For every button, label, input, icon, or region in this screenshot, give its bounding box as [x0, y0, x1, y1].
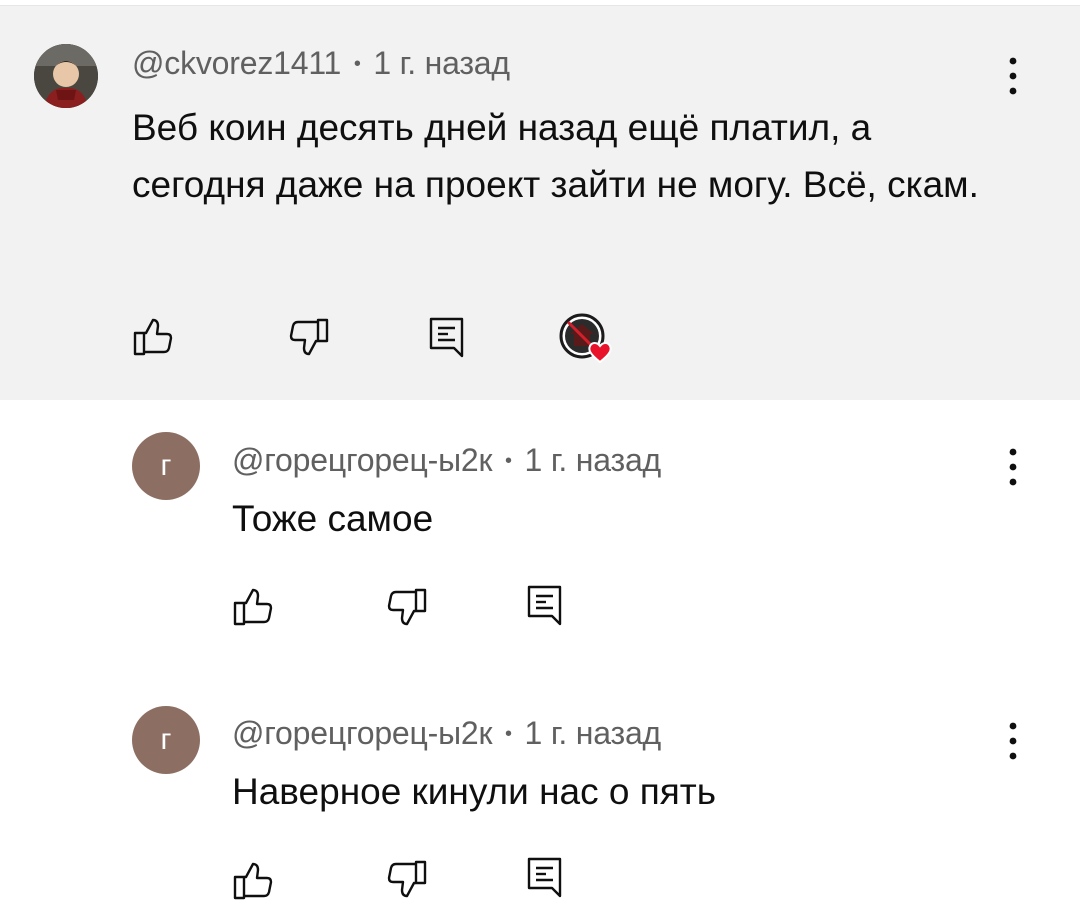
comment-author[interactable]: @горецгорец-ы2к	[232, 442, 493, 478]
comment-text: Веб коин десять дней назад ещё платил, а…	[132, 107, 979, 205]
more-vert-icon[interactable]	[998, 444, 1028, 490]
comment-text: Наверное кинули нас о пять	[232, 771, 717, 812]
meta-separator: •	[505, 723, 512, 745]
avatar[interactable]	[34, 44, 98, 108]
comment-text: Тоже самое	[232, 498, 434, 539]
comment-time[interactable]: 1 г. назад	[525, 715, 662, 751]
comment-author[interactable]: @горецгорец-ы2к	[232, 715, 493, 751]
comment-time[interactable]: 1 г. назад	[525, 442, 662, 478]
comment-highlighted: @ckvorez1411 • 1 г. назад Веб коин десят…	[0, 6, 1080, 400]
reply-comment: г @горецгорец-ы2к • 1 г. назад Наверное …	[0, 690, 1080, 919]
like-icon[interactable]	[132, 316, 174, 363]
meta-separator: •	[505, 450, 512, 472]
reply-icon[interactable]	[428, 316, 468, 365]
reply-comment: г @горецгорец-ы2к • 1 г. назад Тоже само…	[0, 400, 1080, 690]
more-vert-icon[interactable]	[998, 718, 1028, 764]
comment-author[interactable]: @ckvorez1411	[132, 45, 341, 81]
avatar[interactable]: г	[132, 706, 200, 774]
like-icon[interactable]	[232, 860, 274, 907]
avatar[interactable]: г	[132, 432, 200, 500]
meta-separator: •	[353, 53, 361, 75]
like-icon[interactable]	[232, 586, 274, 633]
creator-heart-icon[interactable]	[558, 312, 618, 375]
dislike-icon[interactable]	[386, 586, 428, 633]
comment-time[interactable]: 1 г. назад	[373, 45, 510, 81]
reply-icon[interactable]	[526, 856, 566, 905]
dislike-icon[interactable]	[386, 858, 428, 905]
comment-meta: @горецгорец-ы2к • 1 г. назад	[232, 715, 661, 752]
reply-icon[interactable]	[526, 584, 566, 633]
dislike-icon[interactable]	[288, 316, 330, 363]
comment-meta: @ckvorez1411 • 1 г. назад	[132, 45, 510, 82]
more-vert-icon[interactable]	[998, 53, 1028, 99]
comment-meta: @горецгорец-ы2к • 1 г. назад	[232, 442, 661, 479]
